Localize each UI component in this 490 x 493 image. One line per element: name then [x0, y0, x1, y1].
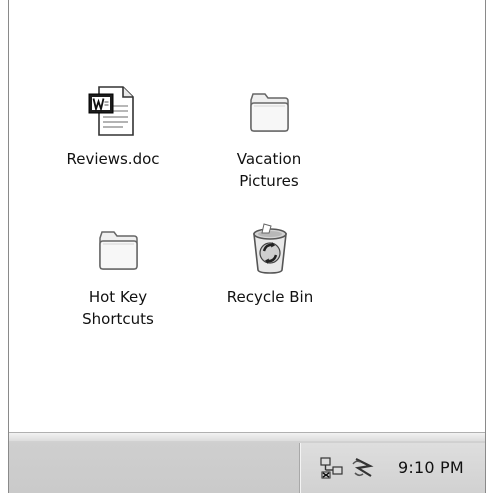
system-tray: 9:10 PM — [299, 443, 485, 493]
desktop-icon-label: Vacation Pictures — [236, 150, 302, 190]
desktop-screen: Reviews.doc Vacation Pictures Hot Key Sh… — [0, 0, 490, 493]
word-document-icon — [88, 86, 134, 136]
recycle-bin-icon — [253, 223, 287, 274]
desktop-icon-vacation-pictures[interactable]: Vacation Pictures — [209, 82, 329, 192]
desktop-icon-label: Reviews.doc — [66, 150, 160, 168]
folder-icon — [250, 93, 289, 132]
desktop-icon-recycle-bin[interactable]: Recycle Bin — [210, 220, 330, 308]
bluetooth-icon[interactable] — [350, 455, 378, 481]
desktop-icon-label: Recycle Bin — [226, 288, 314, 306]
taskbar[interactable]: 9:10 PM — [9, 432, 485, 493]
desktop-icon-hot-key-shortcuts[interactable]: Hot Key Shortcuts — [58, 220, 178, 330]
folder-icon — [99, 231, 138, 270]
network-icon[interactable] — [318, 455, 346, 481]
clock[interactable]: 9:10 PM — [398, 458, 464, 477]
taskbar-highlight — [9, 433, 485, 441]
desktop-icon-label: Hot Key Shortcuts — [82, 288, 154, 328]
desktop-icon-reviews-doc[interactable]: Reviews.doc — [53, 82, 173, 170]
